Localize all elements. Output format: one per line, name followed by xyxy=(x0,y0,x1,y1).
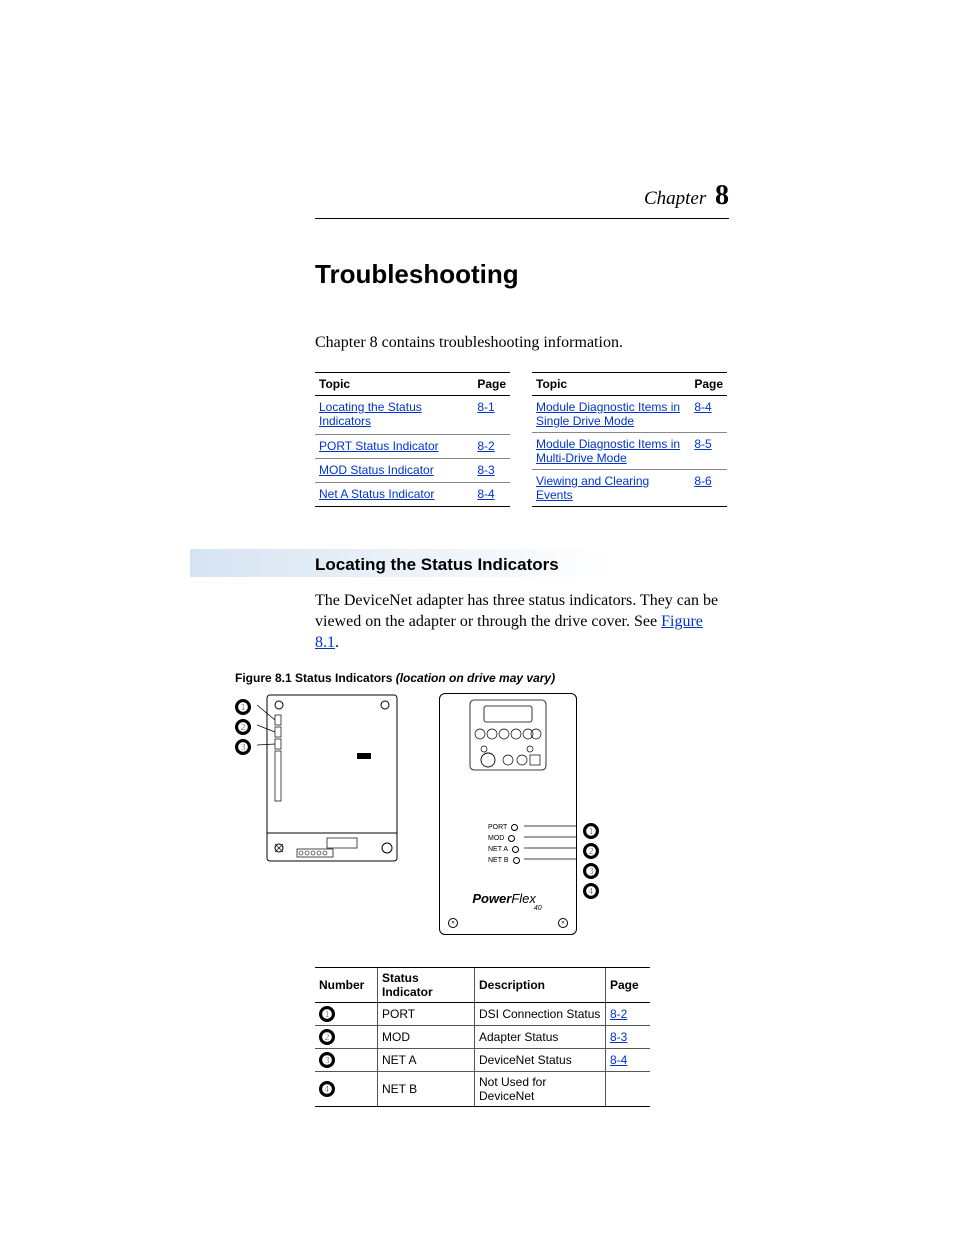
callout-2-icon: ➋ xyxy=(583,843,599,859)
callout-icon: ➋ xyxy=(319,1029,335,1045)
toc-link[interactable]: MOD Status Indicator xyxy=(319,463,434,477)
indic-desc: Not Used for DeviceNet xyxy=(474,1072,605,1107)
keypad-illustration xyxy=(440,694,576,774)
toc-row: Viewing and Clearing Events 8-6 xyxy=(532,470,727,507)
figure-caption: Figure 8.1 Status Indicators (location o… xyxy=(235,671,729,685)
intro-text: Chapter 8 contains troubleshooting infor… xyxy=(315,334,729,352)
toc-link[interactable]: Viewing and Clearing Events xyxy=(536,474,649,502)
toc-row: Module Diagnostic Items in Multi-Drive M… xyxy=(532,433,727,470)
indic-th-desc: Description xyxy=(474,968,605,1003)
led-list: PORT MOD NET A NET B xyxy=(488,822,520,866)
led-label-netb: NET B xyxy=(488,855,509,866)
indic-row: ➍ NET B Not Used for DeviceNet xyxy=(315,1072,650,1107)
adapter-rear-illustration xyxy=(257,693,407,863)
toc-page-link[interactable]: 8-3 xyxy=(477,463,494,477)
figure-left-group: ➊ ➋ ➌ xyxy=(235,693,407,863)
toc-page-link[interactable]: 8-4 xyxy=(694,400,711,414)
led-label-port: PORT xyxy=(488,822,507,833)
chapter-label: Chapter xyxy=(644,188,706,209)
indic-si: PORT xyxy=(378,1003,475,1026)
toc-row: Net A Status Indicator 8-4 xyxy=(315,482,510,506)
callout-1-icon: ➊ xyxy=(583,823,599,839)
section-body: The DeviceNet adapter has three status i… xyxy=(315,591,729,653)
figure-area: ➊ ➋ ➌ xyxy=(235,693,729,935)
toc-link[interactable]: Locating the Status Indicators xyxy=(319,400,422,428)
powerflex-logo: PowerFlex40 xyxy=(440,891,576,909)
chapter-number: 8 xyxy=(715,180,729,211)
figure-right-group: PORT MOD NET A NET B PowerFlex40 xyxy=(439,693,599,935)
left-callouts: ➊ ➋ ➌ xyxy=(235,699,251,755)
indic-desc: DeviceNet Status xyxy=(474,1049,605,1072)
callout-1-icon: ➊ xyxy=(235,699,251,715)
indic-si: NET B xyxy=(378,1072,475,1107)
indic-th-number: Number xyxy=(315,968,378,1003)
toc-link[interactable]: Module Diagnostic Items in Single Drive … xyxy=(536,400,680,428)
led-icon xyxy=(508,835,515,842)
callout-2-icon: ➋ xyxy=(235,719,251,735)
callout-3-icon: ➌ xyxy=(583,863,599,879)
indic-desc: Adapter Status xyxy=(474,1026,605,1049)
toc-page-link[interactable]: 8-5 xyxy=(694,437,711,451)
screw-icon xyxy=(448,918,458,928)
toc-page-link[interactable]: 8-4 xyxy=(477,487,494,501)
section-heading-container: Locating the Status Indicators xyxy=(315,553,729,577)
page-title: Troubleshooting xyxy=(315,259,729,290)
header-rule xyxy=(315,218,729,219)
led-label-mod: MOD xyxy=(488,833,504,844)
logo-part-a: Power xyxy=(472,891,511,906)
chapter-header: Chapter 8 xyxy=(315,180,729,212)
callout-3-icon: ➌ xyxy=(235,739,251,755)
body-text-a: The DeviceNet adapter has three status i… xyxy=(315,592,718,630)
toc-link[interactable]: Net A Status Indicator xyxy=(319,487,434,501)
indic-page-link[interactable]: 8-2 xyxy=(610,1007,627,1021)
toc-left-table: Topic Page Locating the Status Indicator… xyxy=(315,372,510,507)
indic-page-link[interactable]: 8-3 xyxy=(610,1030,627,1044)
figure-caption-italic: (location on drive may vary) xyxy=(396,671,555,685)
toc-right-table: Topic Page Module Diagnostic Items in Si… xyxy=(532,372,727,507)
toc-link[interactable]: PORT Status Indicator xyxy=(319,439,439,453)
body-text-b: . xyxy=(335,634,339,651)
indic-si: NET A xyxy=(378,1049,475,1072)
callout-icon: ➊ xyxy=(319,1006,335,1022)
indic-page-link[interactable]: 8-4 xyxy=(610,1053,627,1067)
screw-icon xyxy=(558,918,568,928)
led-icon xyxy=(511,824,518,831)
section-heading: Locating the Status Indicators xyxy=(315,553,729,577)
indic-si: MOD xyxy=(378,1026,475,1049)
led-label-neta: NET A xyxy=(488,844,508,855)
toc-page-link[interactable]: 8-6 xyxy=(694,474,711,488)
indic-row: ➊ PORT DSI Connection Status 8-2 xyxy=(315,1003,650,1026)
toc-header-page: Page xyxy=(690,373,727,396)
logo-part-b: Flex xyxy=(511,891,536,906)
indic-desc: DSI Connection Status xyxy=(474,1003,605,1026)
toc-row: Module Diagnostic Items in Single Drive … xyxy=(532,396,727,433)
toc-row: MOD Status Indicator 8-3 xyxy=(315,458,510,482)
callout-icon: ➌ xyxy=(319,1052,335,1068)
leader-lines-icon xyxy=(520,820,580,880)
indicator-table: Number Status Indicator Description Page… xyxy=(315,967,650,1107)
drive-front-panel-illustration: PORT MOD NET A NET B PowerFlex40 xyxy=(439,693,577,935)
document-page: Chapter 8 Troubleshooting Chapter 8 cont… xyxy=(0,0,954,1187)
toc-row: PORT Status Indicator 8-2 xyxy=(315,434,510,458)
toc-header-page: Page xyxy=(473,373,510,396)
indic-th-page: Page xyxy=(606,968,651,1003)
right-callouts: ➊ ➋ ➌ ➍ xyxy=(583,823,599,899)
led-icon xyxy=(512,846,519,853)
callout-4-icon: ➍ xyxy=(583,883,599,899)
toc-container: Topic Page Locating the Status Indicator… xyxy=(315,372,729,507)
figure-caption-bold: Figure 8.1 Status Indicators xyxy=(235,671,396,685)
callout-icon: ➍ xyxy=(319,1081,335,1097)
toc-page-link[interactable]: 8-1 xyxy=(477,400,494,414)
indic-page-cell xyxy=(606,1072,651,1107)
toc-row: Locating the Status Indicators 8-1 xyxy=(315,396,510,435)
led-icon xyxy=(513,857,520,864)
toc-header-topic: Topic xyxy=(315,373,473,396)
indic-row: ➋ MOD Adapter Status 8-3 xyxy=(315,1026,650,1049)
indic-th-si: Status Indicator xyxy=(378,968,475,1003)
toc-page-link[interactable]: 8-2 xyxy=(477,439,494,453)
toc-header-topic: Topic xyxy=(532,373,690,396)
indic-row: ➌ NET A DeviceNet Status 8-4 xyxy=(315,1049,650,1072)
toc-link[interactable]: Module Diagnostic Items in Multi-Drive M… xyxy=(536,437,680,465)
logo-sub: 40 xyxy=(534,905,542,912)
